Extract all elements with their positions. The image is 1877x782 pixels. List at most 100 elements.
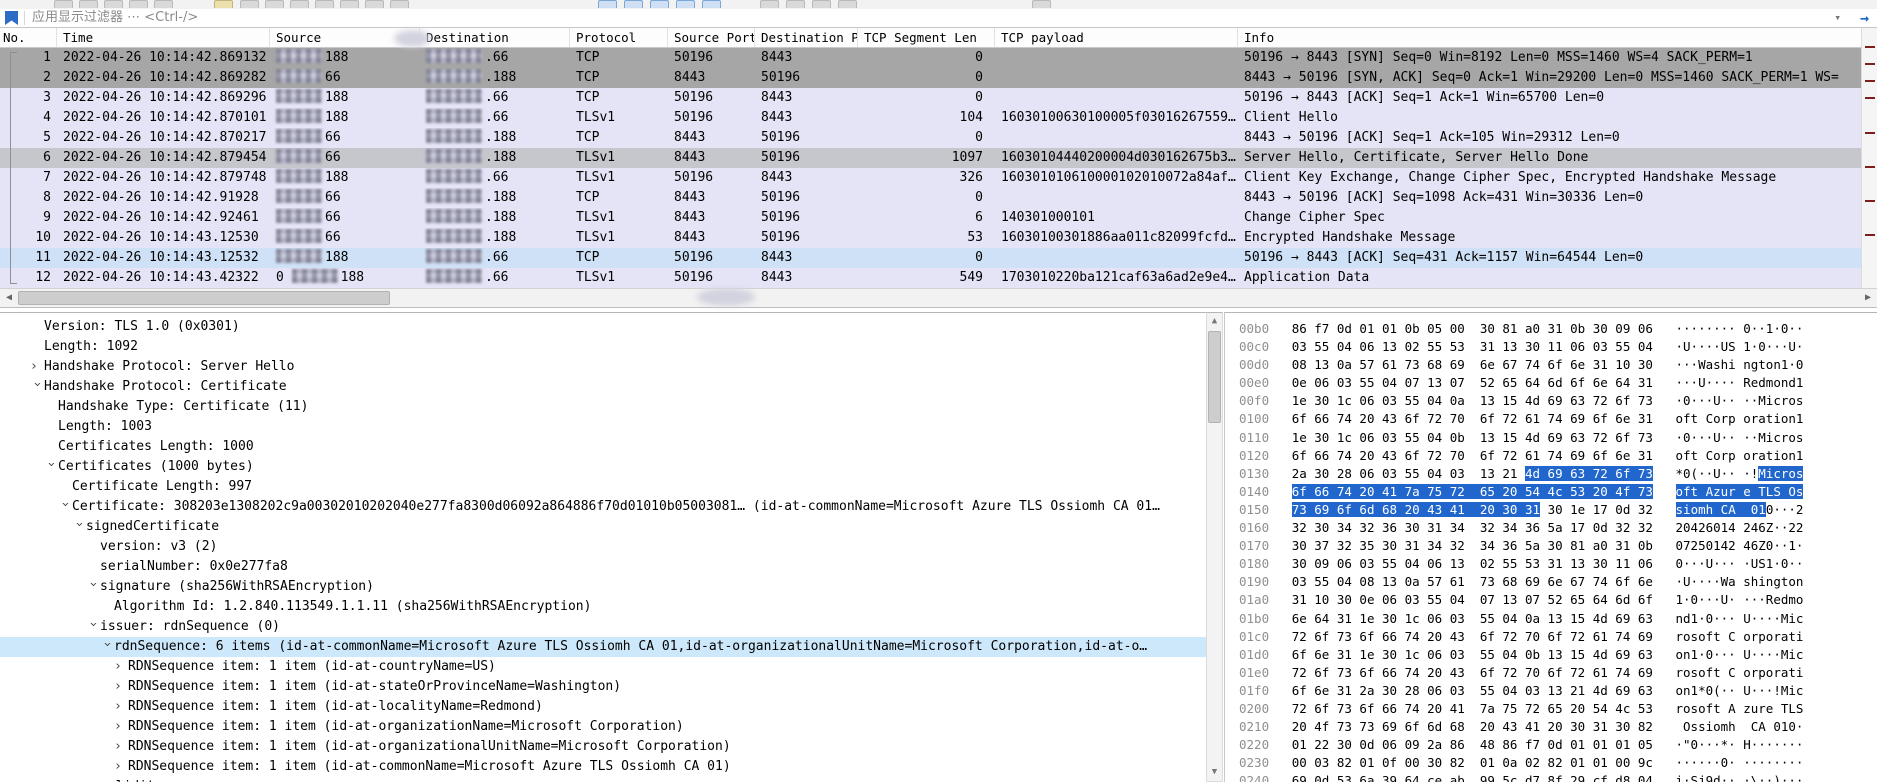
hex-row[interactable]: 01c0 72 6f 73 6f 66 74 20 43 6f 72 70 6f… <box>1225 628 1877 646</box>
toolbar-icon[interactable] <box>79 0 98 8</box>
collapse-icon[interactable]: › <box>55 500 75 512</box>
toolbar-icon[interactable] <box>598 0 617 8</box>
hex-row[interactable]: 01a0 31 10 30 0e 06 03 55 04 07 13 07 52… <box>1225 591 1877 609</box>
tree-row[interactable]: Version: TLS 1.0 (0x0301) <box>0 317 1206 337</box>
filter-dropdown-caret-icon[interactable]: ▾ <box>1834 10 1841 26</box>
tree-row[interactable]: ›RDNSequence item: 1 item (id-at-localit… <box>0 697 1206 717</box>
column-header-no[interactable]: No. <box>0 28 57 47</box>
packet-row[interactable]: 102022-04-26 10:14:43.1253066.188TLSv184… <box>0 228 1877 248</box>
hex-row[interactable]: 00b0 86 f7 0d 01 01 0b 05 00 30 81 a0 31… <box>1225 320 1877 338</box>
scroll-up-arrow-icon[interactable]: ▲ <box>1207 314 1222 329</box>
collapse-icon[interactable]: › <box>69 520 89 532</box>
packet-row[interactable]: 92022-04-26 10:14:42.9246166.188TLSv1844… <box>0 208 1877 228</box>
horizontal-scroll-thumb[interactable] <box>18 291 390 305</box>
tree-row[interactable]: ›signature (sha256WithRSAEncryption) <box>0 577 1206 597</box>
hex-row[interactable]: 0200 72 6f 73 6f 66 74 20 41 7a 75 72 65… <box>1225 700 1877 718</box>
toolbar-icon[interactable] <box>676 0 695 8</box>
tree-row[interactable]: Length: 1003 <box>0 417 1206 437</box>
tree-row[interactable]: ›validity <box>0 777 1206 782</box>
hex-row[interactable]: 0110 1e 30 1c 06 03 55 04 0b 13 15 4d 69… <box>1225 429 1877 447</box>
filter-bookmark-icon[interactable] <box>5 11 18 25</box>
tree-row[interactable]: ›issuer: rdnSequence (0) <box>0 617 1206 637</box>
toolbar-icon[interactable] <box>290 0 309 8</box>
hex-row[interactable]: 0230 00 03 82 01 0f 00 30 82 01 0a 02 82… <box>1225 754 1877 772</box>
expand-icon[interactable]: › <box>114 697 126 717</box>
toolbar-icon[interactable] <box>650 0 669 8</box>
tree-row[interactable]: ›Certificates (1000 bytes) <box>0 457 1206 477</box>
hex-row[interactable]: 00f0 1e 30 1c 06 03 55 04 0a 13 15 4d 69… <box>1225 392 1877 410</box>
hex-row[interactable]: 0190 03 55 04 08 13 0a 57 61 73 68 69 6e… <box>1225 573 1877 591</box>
hex-row[interactable]: 0240 69 0d 53 6a 39 64 ce ab 99 5c d7 8f… <box>1225 772 1877 782</box>
expand-icon[interactable]: › <box>30 357 42 377</box>
packet-row[interactable]: 12022-04-26 10:14:42.869132188.66TCP5019… <box>0 48 1877 68</box>
tree-row[interactable]: ›signedCertificate <box>0 517 1206 537</box>
hex-row[interactable]: 0160 32 30 34 32 36 30 31 34 32 34 36 5a… <box>1225 519 1877 537</box>
scroll-left-arrow-icon[interactable]: ◀ <box>1 291 17 305</box>
hex-row[interactable]: 0170 30 37 32 35 30 31 34 32 34 36 5a 30… <box>1225 537 1877 555</box>
expand-icon[interactable]: › <box>114 677 126 697</box>
column-header-time[interactable]: Time <box>57 28 270 47</box>
packet-row[interactable]: 72022-04-26 10:14:42.879748188.66TLSv150… <box>0 168 1877 188</box>
hex-row[interactable]: 01b0 6e 64 31 1e 30 1c 06 03 55 04 0a 13… <box>1225 610 1877 628</box>
toolbar-icon[interactable] <box>1032 0 1051 8</box>
scroll-down-arrow-icon[interactable]: ▼ <box>1207 765 1222 780</box>
hex-row[interactable]: 0140 6f 66 74 20 41 7a 75 72 65 20 54 4c… <box>1225 483 1877 501</box>
packet-list-vertical-scrollbar[interactable] <box>1861 28 1877 288</box>
hex-row[interactable]: 0130 2a 30 28 06 03 55 04 03 13 21 4d 69… <box>1225 465 1877 483</box>
collapse-icon[interactable]: › <box>97 640 117 652</box>
toolbar-icon[interactable] <box>54 0 73 8</box>
hex-row[interactable]: 0210 20 4f 73 73 69 6f 6d 68 20 43 41 20… <box>1225 718 1877 736</box>
tree-row[interactable]: version: v3 (2) <box>0 537 1206 557</box>
toolbar-icon[interactable] <box>154 0 173 8</box>
collapse-icon[interactable]: › <box>41 460 61 472</box>
tree-row[interactable]: serialNumber: 0x0e277fa8 <box>0 557 1206 577</box>
column-header-tcp-segment-len[interactable]: TCP Segment Len <box>858 28 995 47</box>
tree-row[interactable]: ›RDNSequence item: 1 item (id-at-stateOr… <box>0 677 1206 697</box>
column-header-info[interactable]: Info <box>1238 28 1877 47</box>
expand-icon[interactable]: › <box>114 757 126 777</box>
column-header-destination-port[interactable]: Destination Port <box>755 28 858 47</box>
tree-row[interactable]: ›Certificate: 308203e1308202c9a003020102… <box>0 497 1206 517</box>
toolbar-icon[interactable] <box>365 0 384 8</box>
toolbar-icon[interactable] <box>214 0 233 8</box>
hex-row[interactable]: 0150 73 69 6f 6d 68 20 43 41 20 30 31 30… <box>1225 501 1877 519</box>
packet-row[interactable]: 52022-04-26 10:14:42.87021766.188TCP8443… <box>0 128 1877 148</box>
expand-icon[interactable]: › <box>114 737 126 757</box>
tree-row[interactable]: ›Handshake Protocol: Certificate <box>0 377 1206 397</box>
tree-row[interactable]: ›rdnSequence: 6 items (id-at-commonName=… <box>0 637 1206 657</box>
expand-icon[interactable]: › <box>114 657 126 677</box>
column-header-destination[interactable]: Destination <box>420 28 570 47</box>
column-header-protocol[interactable]: Protocol <box>570 28 668 47</box>
tree-row[interactable]: ›RDNSequence item: 1 item (id-at-organiz… <box>0 737 1206 757</box>
tree-row[interactable]: Algorithm Id: 1.2.840.113549.1.1.11 (sha… <box>0 597 1206 617</box>
hex-row[interactable]: 00c0 03 55 04 06 13 02 55 53 31 13 30 11… <box>1225 338 1877 356</box>
detail-scroll-thumb[interactable] <box>1208 331 1221 423</box>
tree-row[interactable]: ›RDNSequence item: 1 item (id-at-commonN… <box>0 757 1206 777</box>
packet-row[interactable]: 122022-04-26 10:14:43.423220 188.66TLSv1… <box>0 268 1877 288</box>
toolbar-icon[interactable] <box>838 0 857 8</box>
toolbar-icon[interactable] <box>702 0 721 8</box>
packet-row[interactable]: 82022-04-26 10:14:42.9192866.188TCP84435… <box>0 188 1877 208</box>
toolbar-icon[interactable] <box>104 0 123 8</box>
tree-row[interactable]: Handshake Type: Certificate (11) <box>0 397 1206 417</box>
toolbar-icon[interactable] <box>390 0 409 8</box>
toolbar-icon[interactable] <box>340 0 359 8</box>
column-header-tcp-payload[interactable]: TCP payload <box>995 28 1238 47</box>
hex-row[interactable]: 0180 30 09 06 03 55 04 06 13 02 55 53 31… <box>1225 555 1877 573</box>
collapse-icon[interactable]: › <box>83 620 103 632</box>
toolbar-icon[interactable] <box>265 0 284 8</box>
packet-row[interactable]: 32022-04-26 10:14:42.869296188.66TCP5019… <box>0 88 1877 108</box>
packet-row[interactable]: 62022-04-26 10:14:42.87945466.188TLSv184… <box>0 148 1877 168</box>
packet-list-horizontal-scrollbar[interactable]: ◀ ▶ <box>0 288 1877 308</box>
expand-icon[interactable]: › <box>114 717 126 737</box>
toolbar-icon[interactable] <box>240 0 259 8</box>
tree-row[interactable]: Certificate Length: 997 <box>0 477 1206 497</box>
hex-row[interactable]: 0120 6f 66 74 20 43 6f 72 70 6f 72 61 74… <box>1225 447 1877 465</box>
column-header-source-port[interactable]: Source Port <box>668 28 755 47</box>
expand-icon[interactable]: › <box>86 777 98 782</box>
tree-row[interactable]: Certificates Length: 1000 <box>0 437 1206 457</box>
scroll-right-arrow-icon[interactable]: ▶ <box>1860 291 1876 305</box>
hex-row[interactable]: 01e0 72 6f 73 6f 66 74 20 43 6f 72 70 6f… <box>1225 664 1877 682</box>
hex-row[interactable]: 01f0 6f 6e 31 2a 30 28 06 03 55 04 03 13… <box>1225 682 1877 700</box>
toolbar-icon[interactable] <box>624 0 643 8</box>
